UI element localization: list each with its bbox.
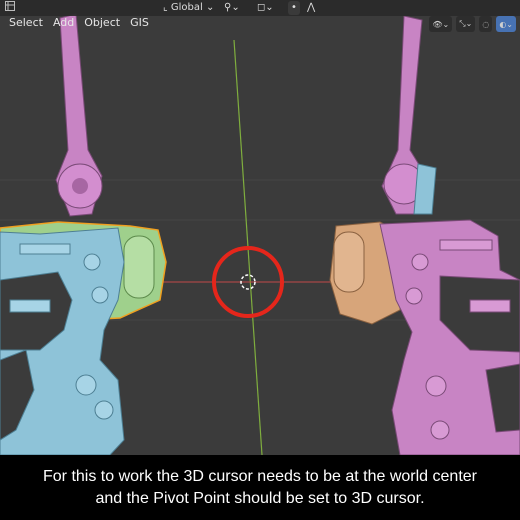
right-leg-assembly[interactable]	[329, 15, 520, 455]
overlays-icon[interactable]: ◌	[479, 16, 493, 32]
orientation-label: Global	[170, 2, 203, 13]
transform-orientation-dropdown[interactable]: ⌞ Global ⌄	[160, 1, 217, 15]
proportional-editing-icon: •	[291, 2, 297, 13]
falloff-icon: ⋀	[307, 2, 316, 13]
shading-icon[interactable]: ◐⌄	[496, 16, 516, 32]
chevron-down-icon: ⌄	[205, 2, 215, 13]
viewport-menu: Select Add Object GIS	[4, 15, 154, 31]
caption-line-1: For this to work the 3D cursor needs to …	[43, 467, 477, 485]
left-leg-assembly[interactable]	[0, 13, 167, 455]
proportional-editing-toggle[interactable]: •	[288, 1, 300, 15]
viewport-gizmo-buttons: 👁⌄ ⤡⌄ ◌ ◐⌄	[429, 15, 516, 33]
tutorial-caption: For this to work the 3D cursor needs to …	[0, 455, 520, 520]
editor-type-icon[interactable]	[2, 1, 18, 15]
menu-select[interactable]: Select	[4, 15, 48, 31]
menu-add[interactable]: Add	[48, 15, 79, 31]
menu-object[interactable]: Object	[79, 15, 125, 31]
caption-line-2: and the Pivot Point should be set to 3D …	[95, 489, 425, 507]
pivot-icon: ⚲⌄	[224, 2, 240, 13]
snap-dropdown[interactable]: ◻⌄	[254, 1, 277, 15]
menu-gis[interactable]: GIS	[125, 15, 154, 31]
pivot-point-dropdown[interactable]: ⚲⌄	[221, 1, 243, 15]
snap-icon: ◻⌄	[257, 2, 274, 13]
falloff-dropdown[interactable]: ⋀	[304, 1, 318, 15]
viewport-header: ⌞ Global ⌄ ⚲⌄ ◻⌄ • ⋀	[0, 0, 520, 16]
3d-viewport[interactable]: ⌞ Global ⌄ ⚲⌄ ◻⌄ • ⋀ Select Add Object G…	[0, 0, 520, 455]
view-object-types-icon[interactable]: 👁⌄	[429, 16, 453, 32]
orientation-icon: ⌞	[163, 2, 168, 13]
gizmo-icon[interactable]: ⤡⌄	[456, 16, 476, 32]
viewport-scene	[0, 13, 520, 455]
